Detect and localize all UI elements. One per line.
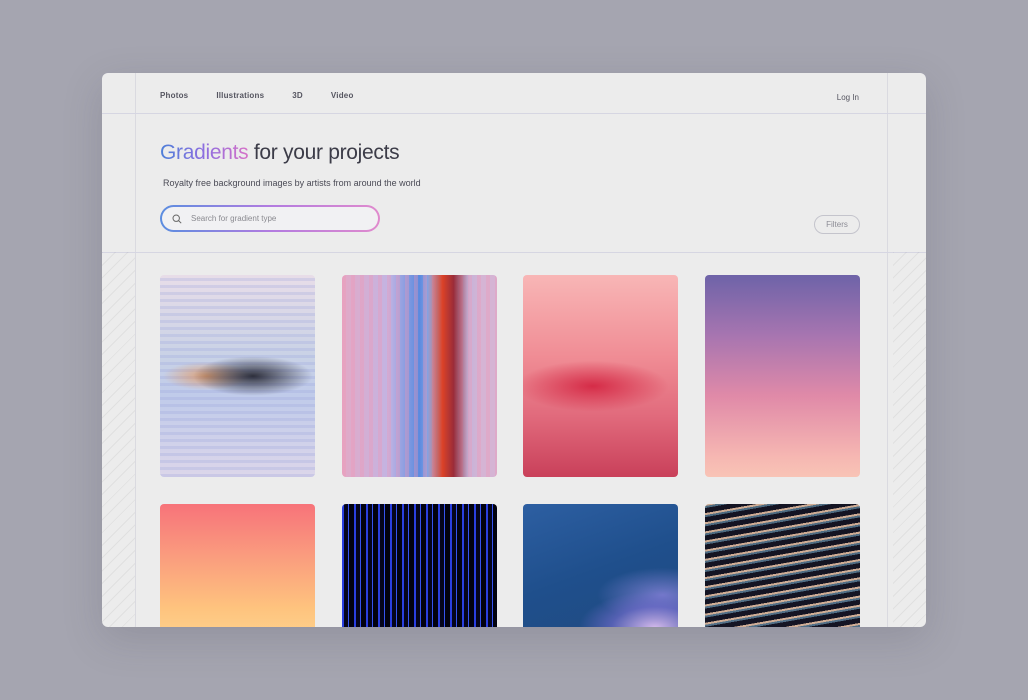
gradient-card-blue-wave[interactable] [523,504,678,627]
gradient-card-coral-yellow[interactable] [160,504,315,627]
guide-line-middle [102,252,926,253]
gradient-card-blue-lines[interactable] [342,504,497,627]
hatch-right [893,252,926,627]
page-subtitle: Royalty free background images by artist… [163,178,421,188]
hatch-left [102,252,135,627]
search-box [160,205,380,232]
gradient-card-purple-peach[interactable] [705,275,860,477]
nav-item-photos[interactable]: Photos [160,91,188,100]
page-title-rest: for your projects [248,141,400,164]
gradient-card-vertical-streaks[interactable] [342,275,497,477]
gradient-card-dark-waves[interactable] [705,504,860,627]
nav-item-illustrations[interactable]: Illustrations [216,91,264,100]
gradient-card-pink-red[interactable] [523,275,678,477]
nav-item-3d[interactable]: 3D [292,91,303,100]
guide-line-top [102,113,926,114]
search-icon [172,213,182,224]
login-link[interactable]: Log In [837,93,859,102]
guide-line-right [887,73,888,627]
search-box-inner [162,207,378,230]
nav-item-video[interactable]: Video [331,91,354,100]
app-window: Photos Illustrations 3D Video Log In Gra… [102,73,926,627]
page-title-highlight: Gradients [160,141,249,164]
guide-line-left [135,73,136,627]
page-title: Gradients for your projects [160,141,400,165]
gradient-card-blur-ripple[interactable] [160,275,315,477]
search-input[interactable] [189,213,353,224]
top-nav: Photos Illustrations 3D Video [160,91,382,100]
filters-button[interactable]: Filters [814,215,860,234]
